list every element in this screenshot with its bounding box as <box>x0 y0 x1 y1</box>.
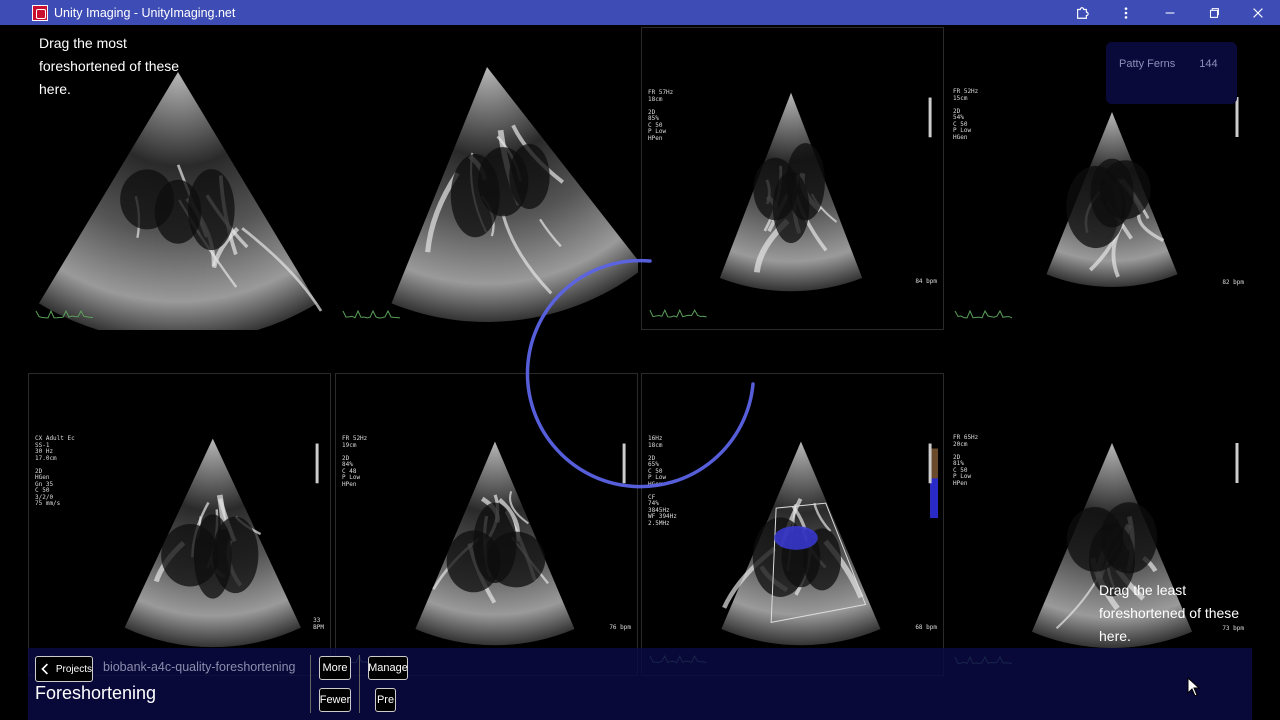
heart-rate-readout: 82 bpm <box>1222 279 1244 286</box>
machine-readout: FR 65Hz 20cm 2D 81% C 50 P Low HPen <box>953 434 979 487</box>
chevron-left-icon <box>41 663 48 675</box>
heart-rate-readout: 68 bpm <box>915 624 937 631</box>
pre-button[interactable]: Pre <box>375 688 396 712</box>
most-foreshortened-dropzone[interactable]: Drag the most foreshortened of these her… <box>39 32 189 101</box>
footer-divider <box>310 655 311 713</box>
fewer-button[interactable]: Fewer <box>319 688 351 712</box>
heart-rate-readout: 33 BPM <box>313 617 324 631</box>
page-title: Foreshortening <box>35 683 157 703</box>
least-foreshortened-dropzone[interactable]: Drag the least foreshortened of these he… <box>1099 579 1251 648</box>
minimize-icon[interactable] <box>1148 0 1192 25</box>
extensions-icon[interactable] <box>1060 0 1104 25</box>
echo-clip-5[interactable]: CX Adult Ec SS-1 30 Hz 17.0cm 2D HGen Gn… <box>28 373 331 676</box>
machine-readout: CX Adult Ec SS-1 30 Hz 17.0cm 2D HGen Gn… <box>35 435 75 507</box>
window-titlebar: Unity Imaging - UnityImaging.net <box>0 0 1280 25</box>
more-button[interactable]: More <box>319 656 351 680</box>
machine-readout: FR 52Hz 15cm 2D 54% C 50 P Low HGen <box>953 88 979 141</box>
user-count: 144 <box>1199 58 1218 70</box>
loading-spinner-icon <box>525 258 755 489</box>
more-vert-icon[interactable] <box>1104 0 1148 25</box>
heart-rate-readout: 84 bpm <box>915 278 937 285</box>
user-badge: Patty Ferns 144 <box>1106 42 1237 104</box>
window-title: Unity Imaging - UnityImaging.net <box>54 5 236 20</box>
app-logo-icon <box>32 4 48 21</box>
maximize-icon[interactable] <box>1192 0 1236 25</box>
manage-button[interactable]: Manage <box>368 656 408 680</box>
ultrasound-image <box>36 438 319 664</box>
machine-readout: FR 52Hz 19cm 2D 84% C 48 P Low HPen <box>342 435 368 488</box>
close-icon[interactable] <box>1236 0 1280 25</box>
projects-button[interactable]: Projects <box>35 656 93 682</box>
user-name: Patty Ferns <box>1119 58 1176 70</box>
heart-rate-readout: 76 bpm <box>609 624 631 631</box>
mouse-cursor-icon <box>1187 677 1201 697</box>
footer-divider <box>359 655 360 713</box>
footer-bar <box>28 648 1252 720</box>
projects-label: Projects <box>55 663 92 675</box>
machine-readout: FR 57Hz 18cm 2D 85% C 50 P Low HPen <box>648 89 674 142</box>
dataset-name: biobank-a4c-quality-foreshortening <box>103 660 296 674</box>
